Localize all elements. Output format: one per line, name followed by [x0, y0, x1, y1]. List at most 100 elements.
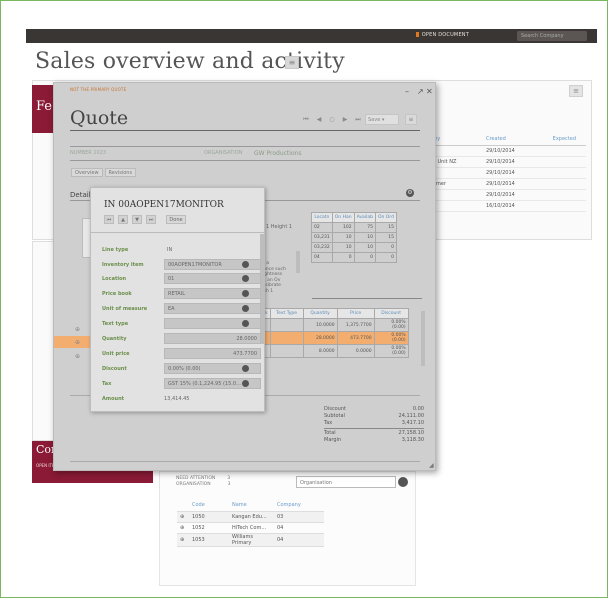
lookup-icon[interactable] — [242, 290, 249, 297]
lookup-icon[interactable] — [242, 380, 249, 387]
save-button[interactable]: Save ▾ — [365, 114, 399, 125]
expand-icon[interactable]: ⊕ — [177, 522, 189, 534]
prev-icon[interactable]: ▲ — [118, 215, 128, 224]
organisation-select[interactable]: Organisation — [296, 476, 396, 488]
resize-handle-icon[interactable]: ◢ — [429, 462, 434, 469]
column-header[interactable]: On Han — [331, 212, 355, 223]
column-header[interactable]: Price — [336, 308, 375, 319]
divider — [70, 461, 420, 462]
left-panel — [32, 241, 54, 441]
organisation-count: 3 — [227, 482, 231, 487]
last-icon[interactable]: ⏭ — [146, 215, 156, 224]
quote-totals: Discount 0.00 Subtotal 24,111.00 Tax 3,417.… — [324, 406, 424, 443]
divider — [70, 160, 420, 161]
column-header[interactable]: Company — [274, 500, 324, 512]
inventory-item-field[interactable]: Inventory item 00AOPEN17MONITOR — [102, 259, 261, 271]
column-header[interactable]: On Ord — [374, 212, 397, 223]
quote-tag: NOT THE PRIMARY QUOTE — [70, 87, 127, 92]
table-row[interactable]: 03,231 10 10 15 — [311, 232, 397, 243]
lookup-icon[interactable] — [242, 275, 249, 282]
open-document-link[interactable]: OPEN DOCUMENT — [415, 32, 469, 38]
table-row[interactable]: 16/10/2014 — [426, 201, 586, 212]
table-row[interactable]: 04 0 0 0 — [311, 252, 397, 263]
top-bar: OPEN DOCUMENT Search Company — [26, 29, 597, 43]
done-button[interactable]: Done — [166, 215, 186, 224]
table-row-selected[interactable]: 28.0000 473.7700 0.00% (0.00) — [262, 331, 409, 345]
close-icon[interactable]: ✕ — [426, 87, 433, 96]
expand-icon[interactable]: ⊕ — [75, 326, 80, 333]
column-header[interactable]: Locatn — [311, 212, 333, 223]
expand-icon[interactable]: ⊕ — [177, 533, 189, 547]
expand-icon[interactable]: ⊕ — [75, 353, 80, 360]
needs-attention-label: NEED ATTENTION — [176, 476, 216, 481]
selected-row-left[interactable] — [54, 336, 91, 348]
price-book-field[interactable]: Price book RETAIL — [102, 288, 261, 300]
line-item-editor: IN 00AOPEN17MONITOR ⏮ ▲ ▼ ⏭ Done Line ty… — [90, 187, 265, 412]
filter-icon[interactable] — [398, 477, 408, 487]
first-icon[interactable]: ⏮ — [301, 115, 311, 125]
gear-icon[interactable]: ⚙ — [406, 189, 414, 197]
needs-attention-count: 3 — [227, 476, 231, 481]
column-header[interactable]: Created — [486, 136, 536, 145]
location-field[interactable]: Location 01 — [102, 273, 261, 285]
unit-price-field[interactable]: Unit price 473.7700 — [102, 348, 261, 360]
line-type-row: Line type IN — [102, 247, 173, 253]
column-header[interactable]: Expected — [536, 136, 576, 145]
table-row[interactable]: 03,232 10 10 0 — [311, 242, 397, 253]
organisation-label: ORGANISATION — [204, 150, 243, 156]
table-row[interactable]: ⊕ 1050 Kangan Edu... 03 — [177, 511, 324, 523]
table-row[interactable]: …m Unit NZ 29/10/2014 — [426, 157, 586, 168]
unit-of-measure-field[interactable]: Unit of measure EA — [102, 303, 261, 315]
expand-icon[interactable]: ↗ — [417, 87, 424, 96]
discount-field[interactable]: Discount 0.00% (0.00) — [102, 363, 261, 375]
column-header[interactable]: Discount — [373, 308, 409, 319]
refresh-icon[interactable]: ○ — [327, 115, 337, 125]
minimize-icon[interactable]: – — [405, 87, 409, 96]
table-row[interactable]: 29/10/2014 — [426, 190, 586, 201]
tax-field[interactable]: Tax GST 15% (0.1,224.95 (15.0… — [102, 378, 261, 390]
lookup-icon[interactable] — [242, 305, 249, 312]
stock-table: Locatn On Han Availab On Ord 02 102 75 15 03,2… — [311, 212, 397, 263]
menu-icon[interactable]: ≡ — [285, 56, 299, 69]
divider — [91, 232, 265, 233]
text-type-field[interactable]: Text type — [102, 318, 261, 330]
detail-heading: Detail — [70, 191, 91, 199]
column-header[interactable]: Availab — [353, 212, 376, 223]
next-icon[interactable]: ▶ — [340, 115, 350, 125]
column-header[interactable]: Code — [189, 500, 229, 512]
description-text: t a ance such ightness l, an Ov ssibrate ith… — [263, 261, 286, 294]
scrollbar[interactable] — [421, 311, 425, 366]
table-row[interactable]: ⊕ 1053 Williams Primary 04 — [177, 533, 324, 547]
column-header[interactable]: Quantity — [302, 308, 338, 319]
tab-overview[interactable]: Overview — [71, 168, 103, 177]
expand-icon[interactable]: ⊕ — [75, 339, 80, 346]
amount-row: Amount 13,414.45 — [102, 396, 190, 402]
last-icon[interactable]: ⏭ — [353, 115, 363, 125]
prev-icon[interactable]: ◀ — [314, 115, 324, 125]
search-input[interactable]: Search Company — [517, 31, 587, 41]
next-icon[interactable]: ▼ — [132, 215, 142, 224]
table-row[interactable]: ⊕ 1052 HiTech Com... 04 — [177, 522, 324, 534]
expand-icon[interactable]: ⊕ — [177, 511, 189, 523]
lookup-icon[interactable] — [242, 261, 249, 268]
column-header[interactable]: Name — [229, 500, 274, 512]
first-icon[interactable]: ⏮ — [104, 215, 114, 224]
column-header[interactable]: Text Type — [269, 308, 304, 319]
organisation-value[interactable]: GW Productions — [254, 150, 302, 157]
table-row[interactable]: 8.0000 0.0000 0.00% (0.00) — [262, 344, 409, 358]
panel-menu-icon[interactable]: ≡ — [569, 85, 583, 97]
background-table: …ney Created Expected 29/10/2014 …m Unit… — [426, 136, 586, 212]
table-row[interactable]: 29/10/2014 — [426, 168, 586, 179]
scrollbar[interactable] — [296, 251, 300, 273]
tab-revisions[interactable]: Revisions — [104, 168, 137, 177]
lookup-icon[interactable] — [242, 320, 249, 327]
lookup-icon[interactable] — [242, 365, 249, 372]
quantity-field[interactable]: Quantity 28.0000 — [102, 333, 261, 345]
table-row[interactable]: 02 102 75 15 — [311, 222, 397, 233]
height-text: 1 Height 1 — [266, 224, 293, 230]
table-row[interactable]: 10.0000 1,375.7700 0.00% (0.00) — [262, 318, 409, 332]
options-icon[interactable]: ≡ — [405, 114, 417, 125]
table-row[interactable]: 29/10/2014 — [426, 146, 586, 157]
quote-number: NUMBER 1023 — [70, 150, 107, 156]
table-row[interactable]: …tomer 29/10/2014 — [426, 179, 586, 190]
